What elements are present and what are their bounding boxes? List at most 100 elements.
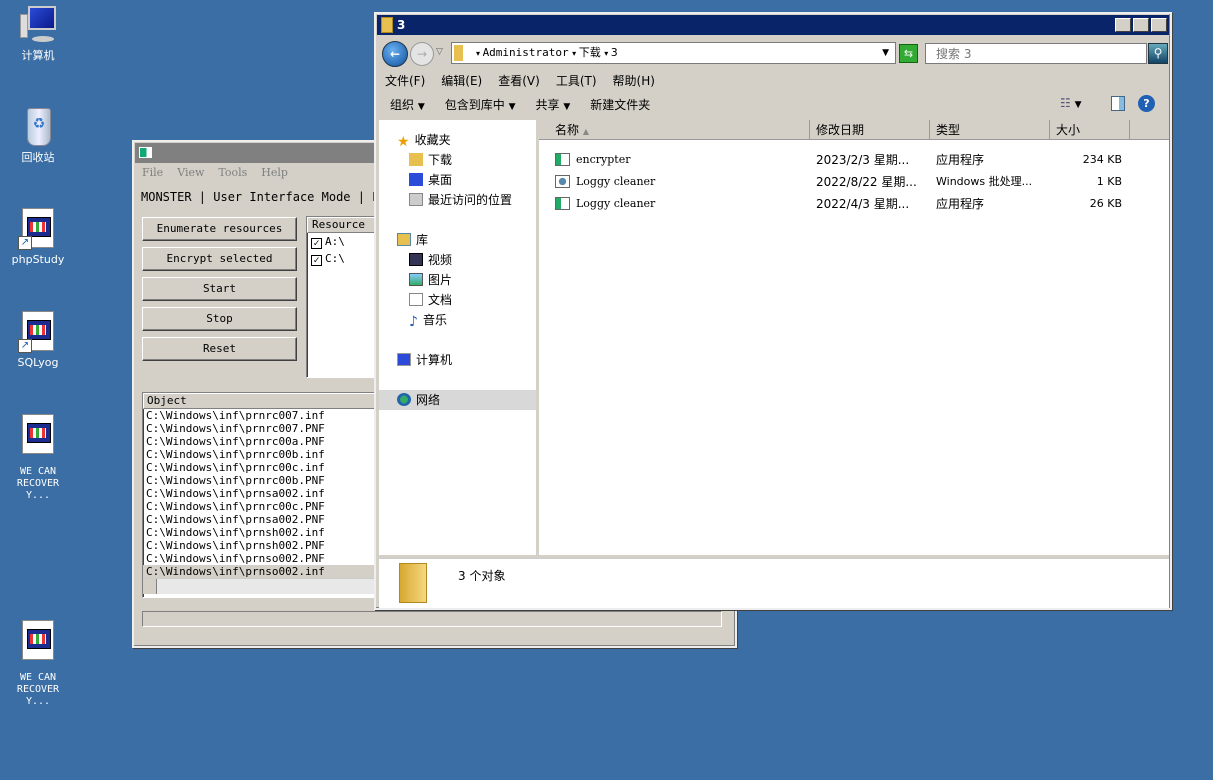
breadcrumb-administrator[interactable]: Administrator [483, 46, 569, 59]
list-item[interactable]: C:\Windows\inf\prnrc00c.inf [143, 461, 381, 474]
recent-pages-dropdown-icon[interactable]: ▽ [436, 47, 443, 57]
enumerate-resources-button[interactable]: Enumerate resources [142, 217, 297, 241]
checkbox-checked[interactable]: ✓ [311, 255, 322, 266]
column-header-name[interactable]: 名称 ▲ [539, 120, 810, 140]
nav-network[interactable]: 网络 [379, 390, 536, 410]
column-header-size[interactable]: 大小 [1050, 120, 1130, 140]
desktop-icon-label: SQLyog [17, 356, 59, 369]
menu-help[interactable]: 帮助(H) [613, 74, 655, 88]
checkbox-checked[interactable]: ✓ [311, 238, 322, 249]
column-header-type[interactable]: 类型 [930, 120, 1050, 140]
encrypt-selected-button[interactable]: Encrypt selected [142, 247, 297, 271]
column-header-date[interactable]: 修改日期 [810, 120, 930, 140]
menu-tools[interactable]: Tools [218, 166, 247, 179]
desktop-icon-label: 回收站 [21, 151, 55, 164]
stop-button[interactable]: Stop [142, 307, 297, 331]
close-button[interactable] [1151, 18, 1167, 32]
nav-favorites[interactable]: ★ 收藏夹 [379, 130, 536, 150]
desktop-icon-label: phpStudy [11, 253, 65, 266]
new-folder-button[interactable]: 新建文件夹 [590, 98, 650, 112]
list-item[interactable]: C:\Windows\inf\prnrc00a.PNF [143, 435, 381, 448]
share-button[interactable]: 共享 ▼ [536, 98, 571, 112]
organize-button[interactable]: 组织 ▼ [390, 98, 425, 112]
menu-file[interactable]: 文件(F) [385, 74, 425, 88]
list-item[interactable]: C:\Windows\inf\prnrc007.inf [143, 409, 381, 422]
breadcrumb-3[interactable]: 3 [611, 46, 618, 59]
list-item[interactable]: C:\Windows\inf\prnsa002.PNF [143, 513, 381, 526]
menu-edit[interactable]: 编辑(E) [441, 74, 482, 88]
forward-button[interactable]: → [410, 42, 434, 66]
star-icon: ★ [397, 134, 410, 150]
breadcrumb-downloads[interactable]: 下载 [579, 46, 601, 59]
list-item[interactable]: C:\Windows\inf\prnso002.PNF [143, 552, 381, 565]
desktop-icon-phpstudy[interactable]: ↗ phpStudy [0, 208, 76, 266]
menu-help[interactable]: Help [261, 166, 288, 179]
nav-computer[interactable]: 计算机 [379, 350, 536, 370]
desktop-icon-recycle-bin[interactable]: ♻ 回收站 [0, 106, 76, 164]
app-icon [18, 414, 58, 456]
desktop-icon-label: WE CAN RECOVER Y... [16, 672, 60, 707]
list-item[interactable]: C:\Windows\inf\prnsa002.inf [143, 487, 381, 500]
object-column-header[interactable]: Object [143, 393, 381, 409]
start-button[interactable]: Start [142, 277, 297, 301]
address-bar[interactable]: ▾ Administrator ▾ 下载 ▾ 3 ▼ [451, 42, 896, 64]
nav-libraries[interactable]: 库 [379, 230, 536, 250]
scrollbar-thumb[interactable] [143, 579, 157, 594]
shortcut-app-icon: ↗ [18, 311, 58, 353]
list-item[interactable]: C:\Windows\inf\prnrc00b.inf [143, 448, 381, 461]
back-button[interactable]: ← [382, 41, 408, 67]
address-dropdown-icon[interactable]: ▼ [882, 43, 889, 63]
help-icon[interactable]: ? [1138, 95, 1155, 112]
file-list[interactable]: 名称 ▲ 修改日期 类型 大小 encrypter 2023/2/3 星期...… [539, 120, 1169, 555]
computer-icon [18, 4, 58, 46]
reset-button[interactable]: Reset [142, 337, 297, 361]
nav-videos[interactable]: 视频 [379, 250, 536, 270]
forward-arrow-icon: → [416, 47, 428, 61]
desktop-icon-sqlyog[interactable]: ↗ SQLyog [0, 311, 76, 369]
nav-music[interactable]: ♪ 音乐 [379, 310, 536, 330]
search-button[interactable]: ⚲ [1148, 43, 1168, 64]
explorer-title-bar[interactable]: 3 [377, 15, 1169, 35]
view-options-icon[interactable]: ☷ ▼ [1060, 96, 1082, 110]
explorer-window: 3 ← → ▽ ▾ Administrator ▾ 下载 ▾ 3 ▼ ⇆ ⚲ 文… [374, 12, 1172, 610]
item-count: 3 个对象 [458, 569, 506, 583]
file-row[interactable]: Loggy cleaner 2022/4/3 星期... 应用程序 26 KB [539, 193, 1159, 215]
list-item[interactable]: C:\Windows\inf\prnrc007.PNF [143, 422, 381, 435]
list-item[interactable]: C:\Windows\inf\prnsh002.PNF [143, 539, 381, 552]
include-in-library-button[interactable]: 包含到库中 ▼ [445, 98, 516, 112]
desktop-icon-computer[interactable]: 计算机 [0, 4, 76, 62]
window-title: 3 [397, 18, 406, 32]
downloads-folder-icon [409, 153, 423, 166]
menu-tools[interactable]: 工具(T) [556, 74, 597, 88]
menu-view[interactable]: 查看(V) [498, 74, 540, 88]
list-item[interactable]: C:\Windows\inf\prnsh002.inf [143, 526, 381, 539]
file-row[interactable]: Loggy cleaner 2022/8/22 星期... Windows 批处… [539, 171, 1159, 193]
nav-desktop[interactable]: 桌面 [379, 170, 536, 190]
app-icon [139, 147, 152, 158]
menu-view[interactable]: View [177, 166, 204, 179]
desktop-icon-ransom-note-2[interactable]: WE CAN RECOVER Y... [0, 620, 76, 708]
mode-status-text: MONSTER | User Interface Mode | P [141, 190, 380, 204]
video-icon [409, 253, 423, 266]
exe-icon [555, 197, 570, 210]
horizontal-scrollbar[interactable] [143, 578, 381, 594]
list-item[interactable]: C:\Windows\inf\prnrc00c.PNF [143, 500, 381, 513]
nav-pictures[interactable]: 图片 [379, 270, 536, 290]
list-item-selected[interactable]: C:\Windows\inf\prnso002.inf [143, 565, 381, 578]
progress-bar [142, 611, 722, 627]
desktop-icon-ransom-note-1[interactable]: WE CAN RECOVER Y... [0, 414, 76, 502]
object-list[interactable]: Object C:\Windows\inf\prnrc007.inf C:\Wi… [142, 392, 382, 598]
column-headers: 名称 ▲ 修改日期 类型 大小 [539, 120, 1169, 140]
preview-pane-icon[interactable] [1111, 96, 1125, 111]
minimize-button[interactable] [1115, 18, 1131, 32]
maximize-button[interactable] [1133, 18, 1149, 32]
list-item[interactable]: C:\Windows\inf\prnrc00b.PNF [143, 474, 381, 487]
search-input[interactable] [925, 43, 1147, 64]
menu-file[interactable]: File [142, 166, 163, 179]
nav-documents[interactable]: 文档 [379, 290, 536, 310]
nav-recent-places[interactable]: 最近访问的位置 [379, 190, 536, 210]
command-bar: 组织 ▼ 包含到库中 ▼ 共享 ▼ 新建文件夹 [390, 96, 650, 113]
nav-downloads[interactable]: 下载 [379, 150, 536, 170]
file-row[interactable]: encrypter 2023/2/3 星期... 应用程序 234 KB [539, 149, 1159, 171]
refresh-button[interactable]: ⇆ [899, 44, 918, 63]
